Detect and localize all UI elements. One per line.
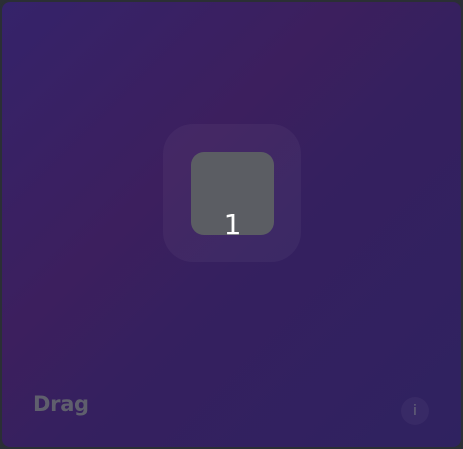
info-button[interactable]: i (401, 397, 429, 425)
demo-title: Drag (33, 392, 89, 416)
info-icon: i (413, 403, 417, 419)
draggable-card[interactable]: 1 (191, 152, 274, 241)
card-number-label: 1 (223, 208, 242, 241)
demo-frame: 1 Drag i (0, 0, 463, 449)
